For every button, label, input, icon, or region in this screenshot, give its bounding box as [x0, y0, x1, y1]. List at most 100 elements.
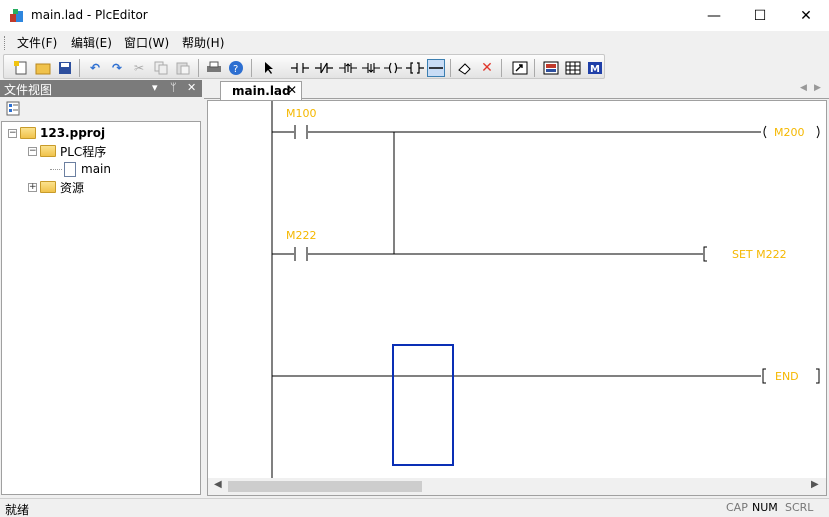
- tab-scroll-right-icon[interactable]: ▶: [814, 83, 821, 93]
- collapse-icon[interactable]: −: [28, 146, 37, 156]
- folder-open-icon: [20, 127, 36, 139]
- panel-close-icon[interactable]: ✕: [187, 81, 196, 94]
- monitor-icon[interactable]: [542, 59, 560, 77]
- ladder-diagram[interactable]: M100 M200 M222 SET M222 END: [208, 101, 826, 479]
- end-instruction-label: END: [775, 370, 799, 383]
- toolbar-separator: [79, 59, 80, 77]
- main-file-label: main: [81, 162, 111, 176]
- tree-node-project[interactable]: − 123.pproj: [8, 124, 105, 142]
- expand-icon[interactable]: +: [28, 182, 37, 192]
- scroll-thumb[interactable]: [228, 481, 422, 492]
- scrl-indicator: SCRL: [785, 501, 814, 514]
- menu-grip: [4, 36, 7, 50]
- horizontal-scrollbar[interactable]: ◀ ▶: [208, 478, 826, 495]
- pointer-icon[interactable]: [260, 59, 278, 77]
- toolbar-separator: [501, 59, 502, 77]
- coil-m200-right[interactable]: [816, 125, 820, 139]
- file-view-toolbar: [0, 97, 202, 121]
- properties-icon[interactable]: [6, 101, 22, 117]
- menu-window[interactable]: 窗口(W): [124, 34, 169, 51]
- tab-main-lad[interactable]: main.lad ✕: [220, 81, 302, 100]
- coil-icon[interactable]: [384, 59, 402, 77]
- new-icon[interactable]: [12, 59, 30, 77]
- toolbar-separator: [251, 59, 252, 77]
- tab-scroll-left-icon[interactable]: ◀: [800, 83, 807, 93]
- m-icon[interactable]: M: [586, 59, 604, 77]
- dropdown-arrow-icon[interactable]: ▾: [152, 81, 158, 94]
- tab-close-icon[interactable]: ✕: [287, 83, 297, 97]
- coil-m200-label: M200: [774, 126, 805, 139]
- coil-m200-left[interactable]: [763, 125, 767, 139]
- close-button[interactable]: ✕: [783, 0, 829, 31]
- tree-connector: [50, 168, 62, 170]
- tab-label: main.lad: [232, 84, 291, 98]
- help-icon[interactable]: ?: [227, 59, 245, 77]
- table-icon[interactable]: [564, 59, 582, 77]
- scroll-right-icon[interactable]: ▶: [811, 479, 819, 490]
- copy-icon[interactable]: [152, 59, 170, 77]
- toolbar-separator: [534, 59, 535, 77]
- compile-icon[interactable]: [511, 59, 529, 77]
- open-icon[interactable]: [34, 59, 52, 77]
- menu-edit[interactable]: 编辑(E): [71, 34, 112, 51]
- file-view-panel: 文件视图 ▾ ᛘ ✕ − 123.pproj − PLC程序 main + 资源: [0, 80, 202, 496]
- undo-icon[interactable]: ↶: [86, 59, 104, 77]
- tree-node-resources[interactable]: + 资源: [28, 178, 84, 196]
- set-instruction-left[interactable]: [703, 246, 707, 262]
- set-instruction-label: SET M222: [732, 248, 787, 261]
- folder-icon: [40, 181, 56, 193]
- redo-icon[interactable]: ↷: [108, 59, 126, 77]
- app-icon: [10, 9, 23, 22]
- maximize-icon: ☐: [753, 7, 767, 24]
- plc-folder-label: PLC程序: [60, 144, 107, 159]
- resources-label: 资源: [60, 180, 85, 195]
- contact-m222-label: M222: [286, 229, 317, 242]
- save-icon[interactable]: [56, 59, 74, 77]
- toolbar-separator: [198, 59, 199, 77]
- window-title: main.lad - PlcEditor: [31, 8, 148, 22]
- toolbar-strip: ↶ ↷ ✂ ? ✕ M: [3, 54, 605, 79]
- status-bar: 就绪 CAP NUM SCRL: [0, 498, 829, 517]
- cut-icon[interactable]: ✂: [130, 59, 148, 77]
- toolbar-separator: [450, 59, 451, 77]
- tab-strip: main.lad ✕ ◀ ▶: [204, 80, 829, 100]
- pos-edge-icon[interactable]: [339, 59, 357, 77]
- close-icon: ✕: [800, 7, 812, 24]
- title-bar: main.lad - PlcEditor — ☐ ✕: [0, 0, 829, 31]
- num-indicator: NUM: [752, 501, 778, 514]
- tree-node-main[interactable]: main: [50, 160, 111, 178]
- menu-help[interactable]: 帮助(H): [182, 34, 224, 51]
- file-icon: [64, 161, 76, 177]
- end-instruction-left[interactable]: [762, 368, 766, 384]
- svg-text:?: ?: [233, 64, 238, 75]
- hline-icon[interactable]: [427, 59, 445, 77]
- paste-icon[interactable]: [174, 59, 192, 77]
- scroll-left-icon[interactable]: ◀: [214, 479, 222, 490]
- delete-line-icon[interactable]: ✕: [478, 59, 496, 77]
- ladder-editor[interactable]: M100 M200 M222 SET M222 END ◀ ▶: [207, 100, 827, 496]
- cell-cursor[interactable]: [392, 344, 454, 466]
- end-instruction-right[interactable]: [816, 368, 820, 384]
- file-view-title: 文件视图: [4, 83, 53, 97]
- menu-file[interactable]: 文件(F): [17, 34, 57, 51]
- minimize-icon: —: [707, 7, 721, 24]
- neg-edge-icon[interactable]: [362, 59, 380, 77]
- nc-contact-icon[interactable]: [315, 59, 333, 77]
- project-tree: − 123.pproj − PLC程序 main + 资源: [1, 121, 201, 495]
- cap-indicator: CAP: [726, 501, 748, 514]
- contact-m100-label: M100: [286, 107, 317, 120]
- pin-icon[interactable]: ᛘ: [170, 81, 177, 94]
- document-area: main.lad ✕ ◀ ▶ M100 M200 M222 SET M222 E…: [204, 80, 829, 496]
- collapse-icon[interactable]: −: [8, 128, 17, 138]
- minimize-button[interactable]: —: [691, 0, 737, 31]
- print-icon[interactable]: [205, 59, 223, 77]
- maximize-button[interactable]: ☐: [737, 0, 783, 31]
- instruction-icon[interactable]: [406, 59, 424, 77]
- no-contact-icon[interactable]: [291, 59, 309, 77]
- svg-text:M: M: [590, 64, 600, 75]
- tree-node-plc[interactable]: − PLC程序: [28, 142, 106, 160]
- status-text: 就绪: [5, 503, 30, 517]
- folder-open-icon: [40, 145, 56, 157]
- project-label: 123.pproj: [40, 126, 106, 140]
- erase-icon[interactable]: [456, 59, 474, 77]
